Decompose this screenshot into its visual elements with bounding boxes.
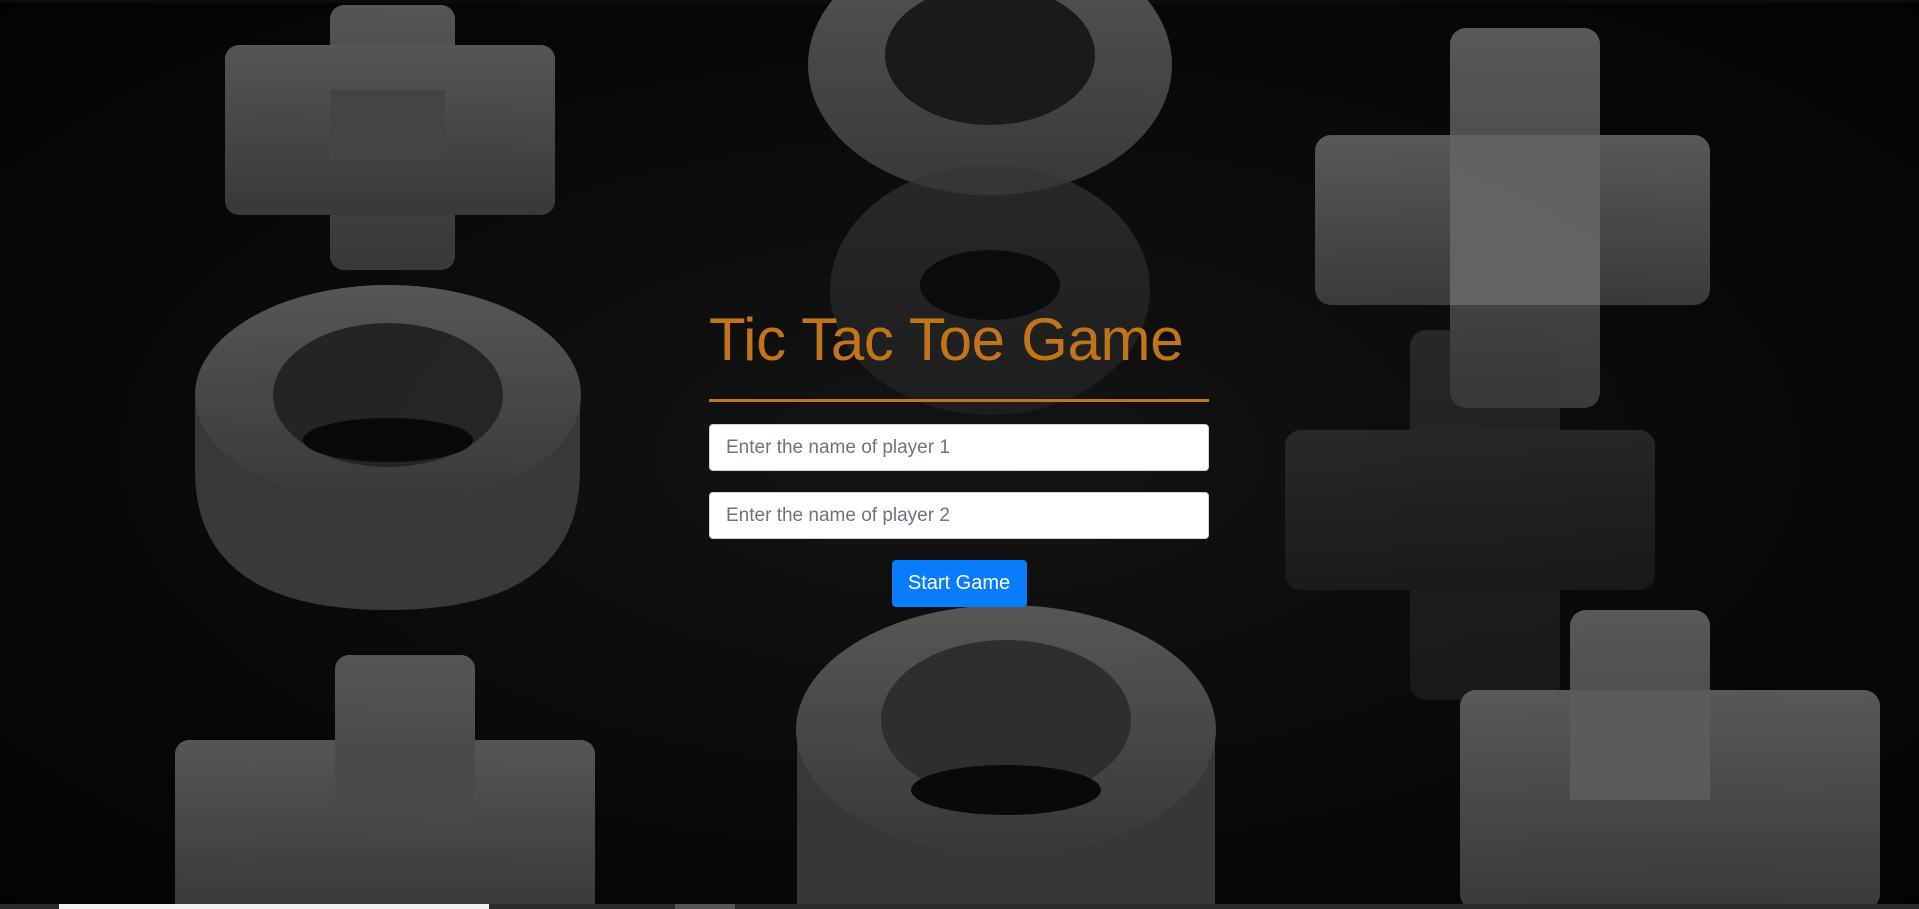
title-divider (709, 399, 1209, 402)
start-game-button[interactable]: Start Game (891, 560, 1027, 607)
tic-tac-toe-start-page: Tic Tac Toe Game Start Game (0, 0, 1919, 909)
button-row: Start Game (709, 560, 1209, 607)
horizontal-scrollbar-thumb[interactable] (59, 904, 489, 909)
scrollbar-marker (675, 904, 735, 909)
start-form: Tic Tac Toe Game Start Game (709, 300, 1209, 607)
player-1-name-input[interactable] (709, 424, 1209, 471)
player-2-name-input[interactable] (709, 492, 1209, 539)
page-title: Tic Tac Toe Game (709, 306, 1184, 373)
